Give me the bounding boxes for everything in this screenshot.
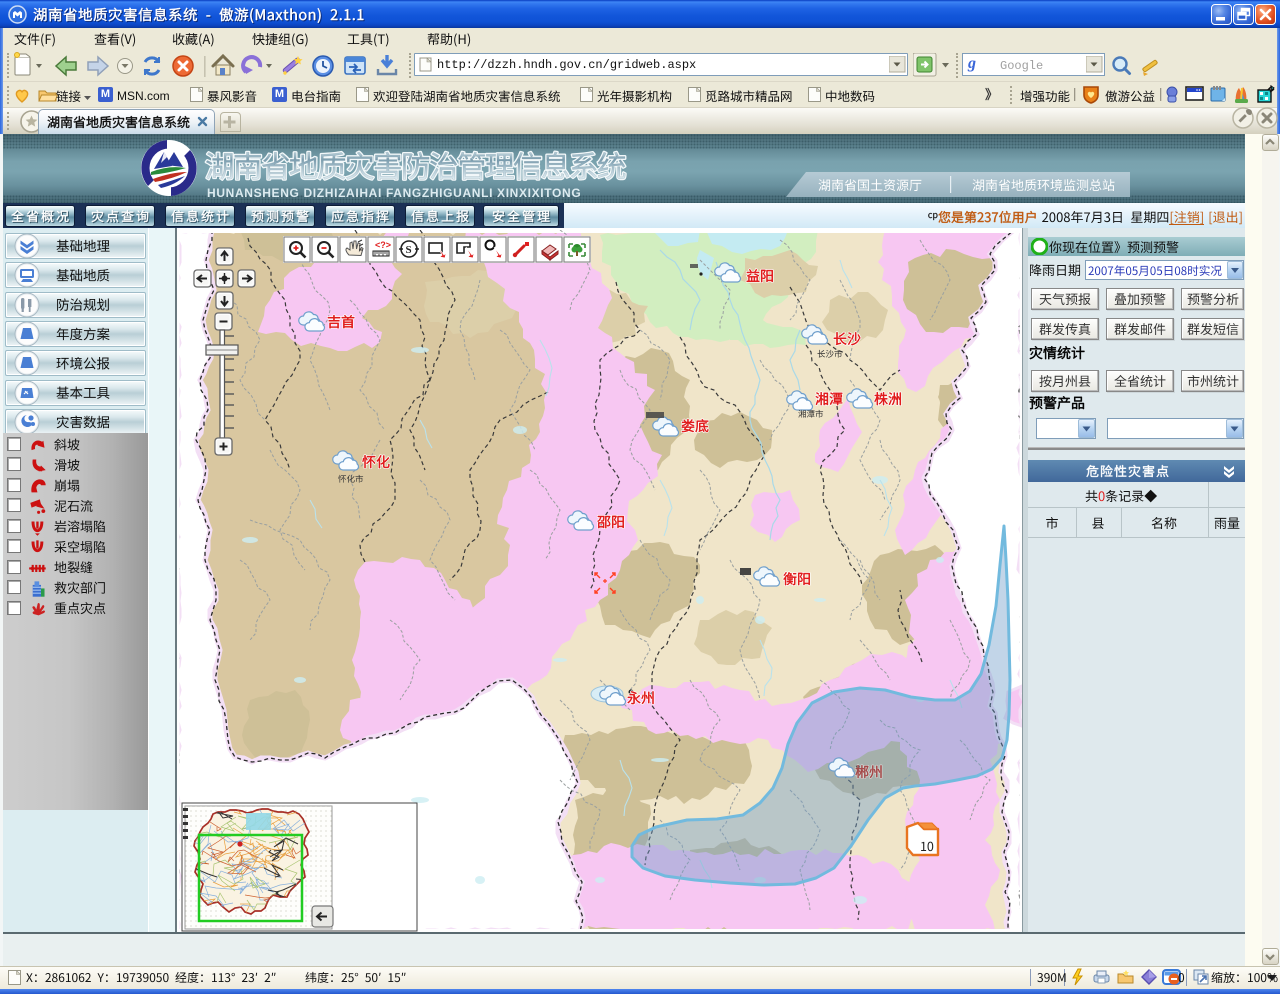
- svg-text:S: S: [406, 244, 412, 256]
- svg-text:<?>: <?>: [375, 240, 391, 250]
